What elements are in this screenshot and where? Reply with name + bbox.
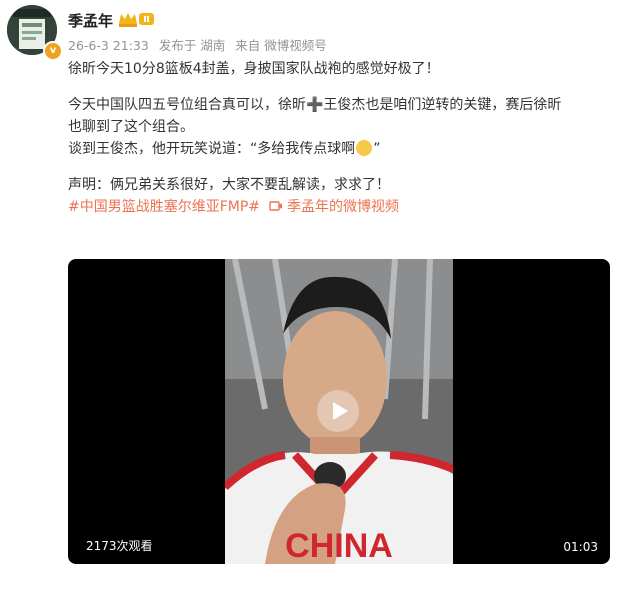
video-duration: 01:03: [563, 540, 598, 554]
hashtag-row: #中国男篮战胜塞尔维亚FMP# 季孟年的微博视频: [68, 196, 616, 218]
video-link[interactable]: 季孟年的微博视频: [268, 199, 403, 215]
smile-emoji-icon: [356, 140, 373, 156]
paragraph-3: 谈到王俊杰，他开玩笑说道：“多给我传点球啊”: [68, 140, 381, 157]
jersey-text: CHINA: [285, 527, 393, 564]
view-count: 2173次观看: [86, 539, 153, 553]
paragraph-2-line-1: 今天中国队四五号位组合真可以，徐昕➕王俊杰也是咱们逆转的关键，赛后徐昕: [68, 97, 562, 113]
paragraph-3-text: 谈到王俊杰，他开玩笑说道：“多给我传点球啊: [68, 141, 356, 157]
post-source[interactable]: 来自 微博视频号: [235, 38, 326, 53]
paragraph-4: 声明：俩兄弟关系很好，大家不要乱解读，求求了！: [68, 177, 390, 193]
vip-crown-icon[interactable]: [117, 9, 157, 29]
post-meta: 26-6-3 21:33 发布于 湖南 来自 微博视频号: [68, 35, 333, 54]
play-button[interactable]: [317, 390, 359, 432]
post-body: 徐昕今天10分8篮板4封盖，身披国家队战袍的感觉好极了！ 今天中国队四五号位组合…: [68, 58, 616, 218]
video-player[interactable]: CHINA 2173次观看 01:03: [68, 259, 610, 564]
paragraph-1: 徐昕今天10分8篮板4封盖，身披国家队战袍的感觉好极了！: [68, 61, 440, 77]
play-icon: [333, 402, 348, 420]
paragraph-2-line-2: 也聊到了这个组合。: [68, 119, 194, 135]
post-date[interactable]: 26-6-3 21:33: [68, 38, 149, 53]
verified-badge-icon: v: [43, 41, 63, 61]
topic-hashtag[interactable]: #中国男篮战胜塞尔维亚FMP#: [68, 199, 260, 215]
username[interactable]: 季孟年: [68, 10, 113, 31]
video-link-label: 季孟年的微博视频: [286, 199, 399, 215]
post-location: 发布于 湖南: [158, 38, 226, 53]
video-camera-icon: [268, 201, 282, 211]
